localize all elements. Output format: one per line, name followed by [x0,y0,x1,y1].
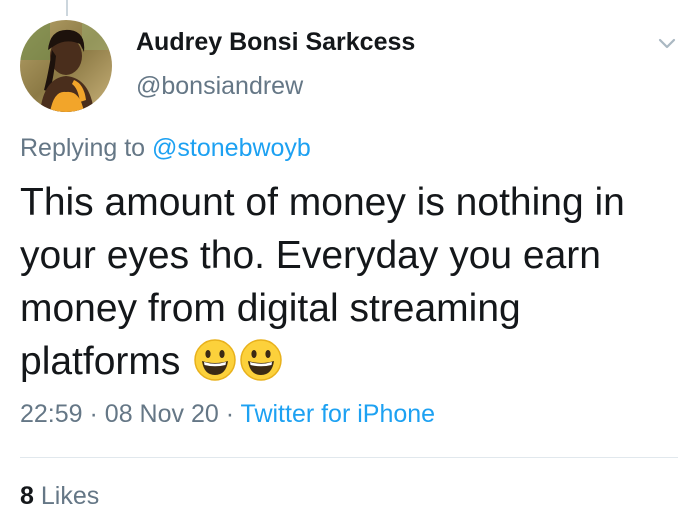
meta-separator: · [225,400,235,428]
replying-to-label: Replying to [20,134,146,162]
chevron-down-icon[interactable] [654,34,680,54]
author-handle[interactable]: @bonsiandrew [136,72,303,101]
tweet-body: This amount of money is nothing in your … [20,176,680,396]
likes-stat[interactable]: 8 Likes [20,482,99,511]
meta-separator: · [89,400,98,428]
tweet-meta: 22:59 · 08 Nov 20 · Twitter for iPhone [20,400,435,429]
grinning-face-emoji [239,338,283,396]
tweet-source-link[interactable]: Twitter for iPhone [241,400,436,428]
likes-label: Likes [40,482,100,510]
tweet-time[interactable]: 22:59 [20,400,83,428]
author-display-name[interactable]: Audrey Bonsi Sarkcess [136,28,415,57]
replying-to-link[interactable]: @stonebwoyb [152,134,311,162]
grinning-face-emoji [193,338,237,396]
avatar-image [20,20,112,112]
tweet-date[interactable]: 08 Nov 20 [105,400,219,428]
thread-connector-line [66,0,68,16]
avatar[interactable] [20,20,112,112]
tweet-text: This amount of money is nothing in your … [20,181,625,383]
replying-to-line: Replying to @stonebwoyb [20,134,311,163]
divider [20,457,678,458]
likes-count: 8 [20,482,34,510]
